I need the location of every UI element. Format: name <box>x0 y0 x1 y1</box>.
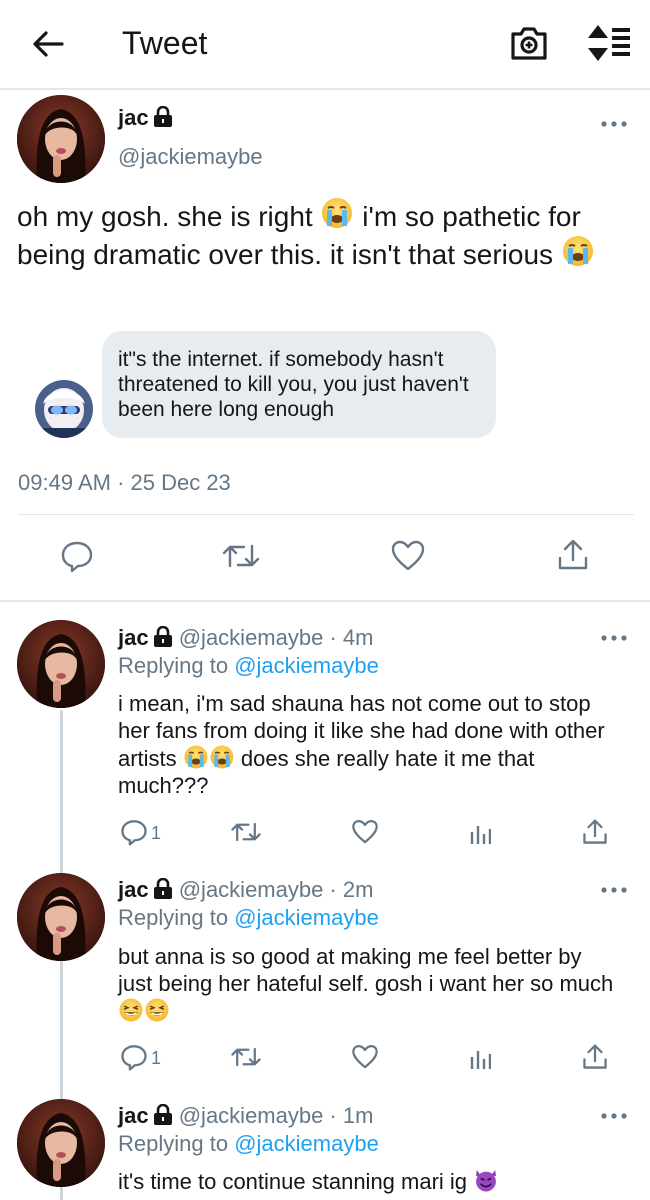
reply-count: 1 <box>151 1048 162 1068</box>
avatar[interactable] <box>17 1099 105 1187</box>
heart-icon[interactable] <box>351 1044 379 1070</box>
grinning-squinting-emoji-icon <box>145 998 169 1022</box>
tweet-text: oh my gosh. she is right i'm so pathetic… <box>17 196 637 272</box>
replying-to: Replying to @jackiemaybe <box>118 1130 379 1158</box>
back-button[interactable] <box>30 26 66 62</box>
reply-text: i mean, i'm sad shauna has not come out … <box>118 690 618 799</box>
more-icon[interactable] <box>600 632 628 644</box>
heart-icon[interactable] <box>390 540 426 572</box>
quoted-message-text: it"s the internet. if somebody hasn't th… <box>118 348 469 421</box>
reply-text-part: it's time to continue stanning mari ig <box>118 1169 474 1194</box>
loudly-crying-emoji-icon <box>210 745 234 769</box>
top-bar <box>0 0 650 90</box>
loudly-crying-emoji-icon <box>184 745 208 769</box>
more-icon[interactable] <box>600 118 628 130</box>
section-divider <box>0 600 650 602</box>
loudly-crying-emoji-icon <box>562 236 593 266</box>
retweet-icon[interactable] <box>221 540 261 572</box>
heart-icon[interactable] <box>351 819 379 845</box>
reply-text-part: but anna is so good at making me feel be… <box>118 944 614 996</box>
replying-to-prefix: Replying to <box>118 1131 235 1156</box>
reply-author-handle: @jackiemaybe <box>178 1103 324 1128</box>
reply-author-name: jac <box>118 625 149 650</box>
replying-to: Replying to @jackiemaybe <box>118 652 379 680</box>
camera-icon <box>511 27 547 60</box>
replying-to-prefix: Replying to <box>118 653 235 678</box>
reply-author-name: jac <box>118 877 149 902</box>
reply-author-line[interactable]: jac @jackiemaybe · 1m <box>118 1102 373 1130</box>
reply-text: it's time to continue stanning mari ig <box>118 1167 618 1195</box>
reply-icon[interactable] <box>120 818 148 846</box>
share-icon[interactable] <box>582 818 608 846</box>
reply-author-line[interactable]: jac @jackiemaybe · 4m <box>118 624 373 652</box>
lock-icon <box>153 626 172 647</box>
smiling-devil-emoji-icon <box>476 1170 497 1192</box>
reply-time: · 1m <box>323 1103 374 1128</box>
reply-author-handle: @jackiemaybe <box>178 625 324 650</box>
reply-time: · 2m <box>323 877 374 902</box>
reply-text: but anna is so good at making me feel be… <box>118 943 618 1025</box>
quote-avatar <box>35 380 93 438</box>
reply-time: · 4m <box>323 625 374 650</box>
author-handle[interactable]: @jackiemaybe <box>118 143 263 171</box>
reply-icon[interactable] <box>60 539 94 573</box>
replying-to-mention[interactable]: @jackiemaybe <box>234 653 379 678</box>
share-icon[interactable] <box>582 1043 608 1071</box>
grinning-squinting-emoji-icon <box>119 998 143 1022</box>
lock-icon <box>153 1104 172 1125</box>
reply-author-name: jac <box>118 1103 149 1128</box>
analytics-icon[interactable] <box>469 820 491 844</box>
reply-author-line[interactable]: jac @jackiemaybe · 2m <box>118 876 373 904</box>
divider <box>18 514 634 515</box>
avatar[interactable] <box>17 873 105 961</box>
author-name[interactable]: jac <box>118 104 173 132</box>
replying-to-prefix: Replying to <box>118 905 235 930</box>
tweet-timestamp[interactable]: 09:49 AM · 25 Dec 23 <box>18 469 231 497</box>
reply-icon[interactable] <box>120 1043 148 1071</box>
replying-to: Replying to @jackiemaybe <box>118 904 379 932</box>
more-icon[interactable] <box>600 884 628 896</box>
page-title: Tweet <box>122 25 208 61</box>
more-icon[interactable] <box>600 1110 628 1122</box>
replying-to-mention[interactable]: @jackiemaybe <box>234 905 379 930</box>
sort-button[interactable] <box>584 22 632 64</box>
lock-icon <box>153 878 172 899</box>
retweet-icon[interactable] <box>230 819 262 845</box>
lock-icon <box>153 106 172 127</box>
arrow-left-icon <box>33 31 64 57</box>
retweet-icon[interactable] <box>230 1044 262 1070</box>
author-name-text: jac <box>118 105 149 130</box>
sort-icon <box>588 25 630 61</box>
avatar[interactable] <box>17 95 105 183</box>
reply-count: 1 <box>151 823 162 843</box>
avatar[interactable] <box>17 620 105 708</box>
tweet-text-part: oh my gosh. she is right <box>17 201 321 232</box>
analytics-icon[interactable] <box>469 1045 491 1069</box>
loudly-crying-emoji-icon <box>322 198 353 228</box>
camera-button[interactable] <box>508 22 550 64</box>
replying-to-mention[interactable]: @jackiemaybe <box>234 1131 379 1156</box>
share-icon[interactable] <box>557 538 589 572</box>
reply-author-handle: @jackiemaybe <box>178 877 324 902</box>
